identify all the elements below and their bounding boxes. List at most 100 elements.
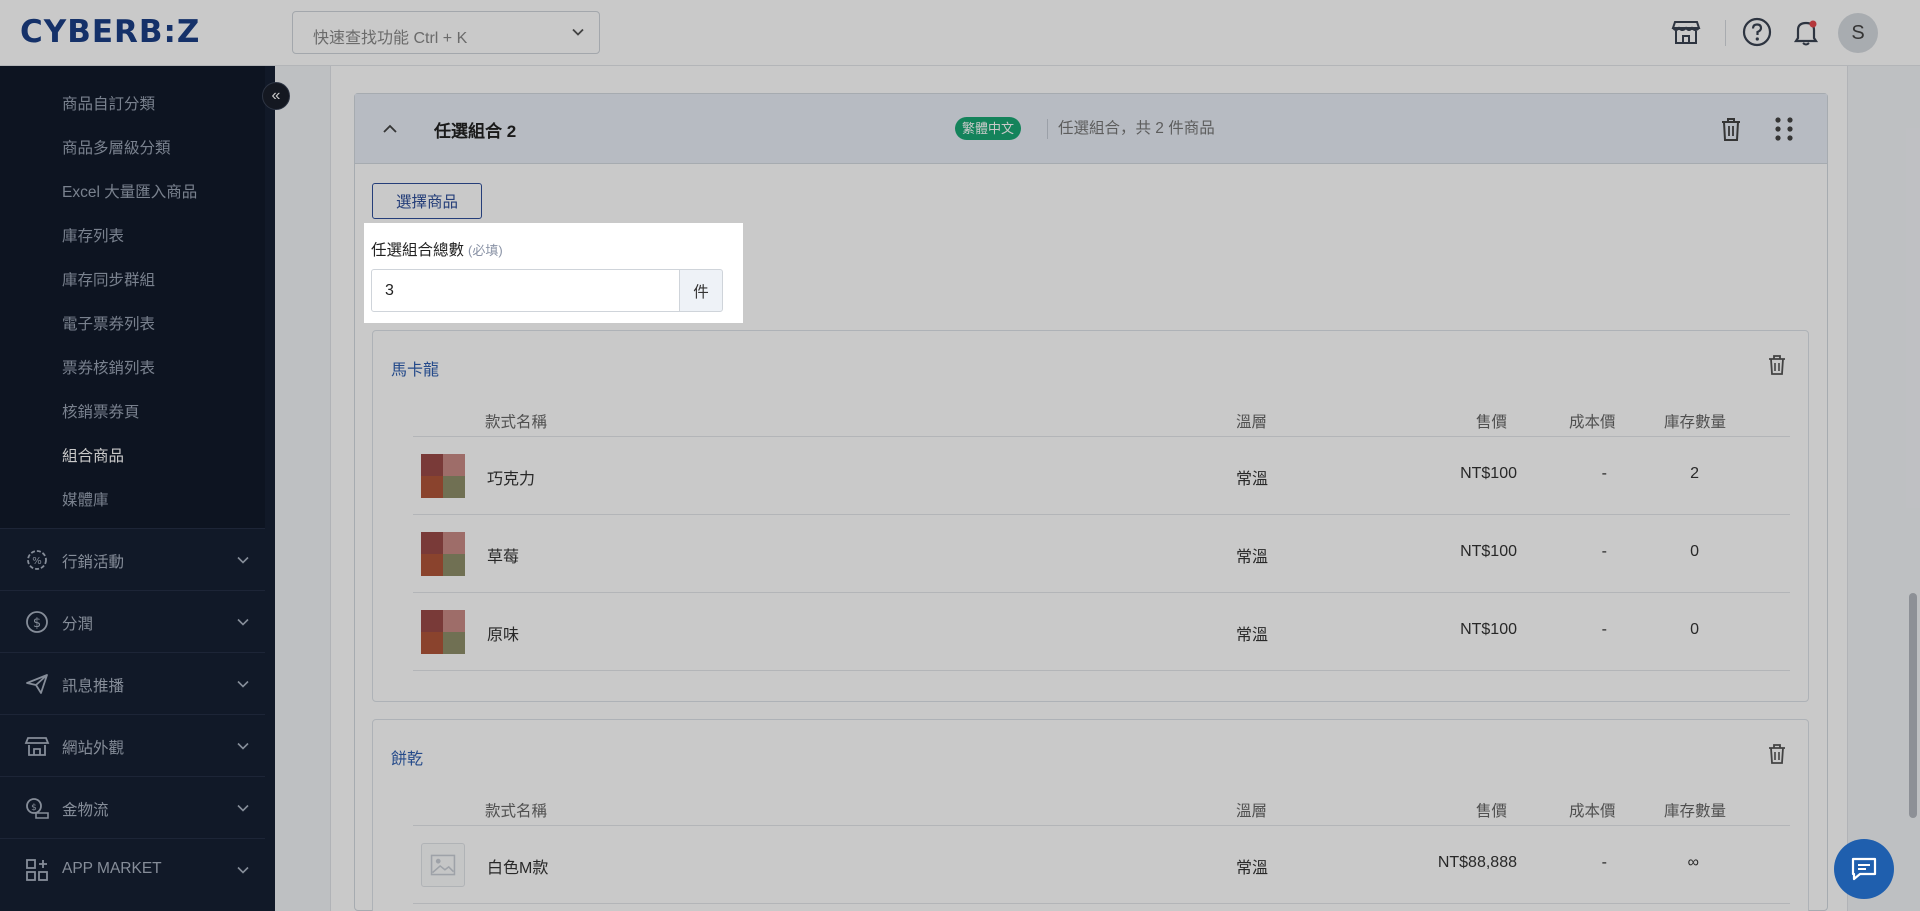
product-group-macaron: 馬卡龍 款式名稱 溫層 售價 成本價 庫存數量 巧克力 常溫 NT$100 - … <box>372 330 1809 702</box>
chevron-up-icon[interactable] <box>381 120 399 138</box>
highlighted-total-field: 任選組合總數 (必填) 3 件 <box>364 223 743 323</box>
sidebar-group-marketing[interactable]: % 行銷活動 <box>0 528 265 590</box>
sidebar-group-label: 網站外觀 <box>62 740 125 757</box>
total-count-unit: 件 <box>679 269 723 312</box>
product-group-cookie: 餅乾 款式名稱 溫層 售價 成本價 庫存數量 白色M款 常溫 NT$88,888… <box>372 719 1809 911</box>
sidebar-item-excel-import[interactable]: Excel 大量匯入商品 <box>62 180 197 202</box>
sidebar-item-ticket-redeem-list[interactable]: 票券核銷列表 <box>62 356 155 378</box>
svg-text:%: % <box>32 556 42 567</box>
column-header-temperature: 溫層 <box>1236 803 1268 820</box>
topbar-divider <box>1725 20 1726 46</box>
price-cell: NT$100 <box>1460 621 1517 638</box>
user-avatar[interactable]: S <box>1838 13 1878 53</box>
trash-icon[interactable] <box>1766 353 1788 377</box>
stock-cell: 0 <box>1690 543 1699 560</box>
page-scrollbar[interactable] <box>1909 593 1917 818</box>
variant-name: 巧克力 <box>487 471 536 488</box>
sidebar-group-label: 金物流 <box>62 802 109 819</box>
chat-bubble-icon <box>1851 857 1877 881</box>
price-cell: NT$100 <box>1460 543 1517 560</box>
chat-support-button[interactable] <box>1834 839 1894 899</box>
trash-icon[interactable] <box>1766 742 1788 766</box>
drag-handle-icon[interactable] <box>1772 116 1796 142</box>
temperature-cell: 常溫 <box>1236 471 1269 488</box>
sidebar-group-profit-share[interactable]: $ 分潤 <box>0 590 265 652</box>
product-thumbnail <box>421 610 465 654</box>
sidebar-item-multilevel-category[interactable]: 商品多層級分類 <box>62 136 171 158</box>
combo-header: 任選組合 2 繁體中文 任選組合，共 2 件商品 <box>355 94 1827 164</box>
sidebar-group-app-market[interactable]: APP MARKET <box>0 838 265 900</box>
sidebar-item-inventory-sync[interactable]: 庫存同步群組 <box>62 268 155 290</box>
notification-bell-icon[interactable] <box>1790 16 1822 48</box>
column-header-cost: 成本價 <box>1569 803 1616 820</box>
app-grid-icon <box>26 859 48 881</box>
sidebar-group-site-appearance[interactable]: 網站外觀 <box>0 714 265 776</box>
sidebar-group-label: 訊息推播 <box>62 678 125 695</box>
sidebar-item-media-library[interactable]: 媒體庫 <box>62 488 109 510</box>
stock-cell: 0 <box>1690 621 1699 638</box>
chevron-down-icon <box>237 742 249 750</box>
price-cell: NT$88,888 <box>1437 854 1517 871</box>
variant-name: 原味 <box>487 627 520 644</box>
sidebar-item-inventory-list[interactable]: 庫存列表 <box>62 224 124 246</box>
chevron-down-icon <box>237 556 249 564</box>
column-header-name: 款式名稱 <box>485 803 548 820</box>
temperature-cell: 常溫 <box>1236 627 1269 644</box>
chevron-down-icon <box>237 804 249 812</box>
sidebar-collapse-button[interactable]: « <box>262 82 290 110</box>
required-hint: (必填) <box>468 243 503 258</box>
cost-cell: - <box>1601 621 1607 638</box>
combo-card: 任選組合 2 繁體中文 任選組合，共 2 件商品 選擇商品 馬卡龍 款式名稱 溫… <box>354 93 1828 911</box>
profit-share-icon: $ <box>26 611 48 633</box>
variant-name: 白色M款 <box>487 860 549 877</box>
table-row: 白色M款 常溫 NT$88,888 - ∞ <box>413 826 1790 904</box>
storefront-icon <box>24 737 50 756</box>
sidebar-group-label: 行銷活動 <box>62 554 125 571</box>
sidebar-group-label: APP MARKET <box>62 860 162 877</box>
brand-logo[interactable]: CYBERB:Z <box>20 14 200 50</box>
chevron-down-icon <box>572 28 584 36</box>
language-badge: 繁體中文 <box>955 117 1022 140</box>
sidebar-item-custom-category[interactable]: 商品自訂分類 <box>62 92 155 114</box>
sidebar-item-bundle-products[interactable]: 組合商品 <box>62 444 124 466</box>
stock-cell: 2 <box>1690 465 1699 482</box>
storefront-icon[interactable] <box>1670 16 1702 48</box>
group-name[interactable]: 馬卡龍 <box>391 356 439 380</box>
total-count-label: 任選組合總數 (必填) <box>371 238 503 260</box>
marketing-gear-icon: % <box>27 550 47 570</box>
column-header-cost: 成本價 <box>1569 414 1616 431</box>
sidebar-group-label: 分潤 <box>62 616 94 633</box>
group-name[interactable]: 餅乾 <box>391 745 423 769</box>
column-header-price: 售價 <box>1476 803 1508 820</box>
image-placeholder-icon <box>421 843 465 887</box>
quick-search-placeholder: 快速查找功能 Ctrl + K <box>313 30 468 47</box>
help-icon[interactable] <box>1741 16 1773 48</box>
cost-cell: - <box>1601 543 1607 560</box>
sidebar-group-push-messages[interactable]: 訊息推播 <box>0 652 265 714</box>
select-products-button[interactable]: 選擇商品 <box>372 183 482 219</box>
sidebar-item-e-ticket-list[interactable]: 電子票券列表 <box>62 312 155 334</box>
combo-description: 任選組合，共 2 件商品 <box>1047 119 1215 139</box>
quick-search-select[interactable]: 快速查找功能 Ctrl + K <box>292 11 600 54</box>
total-count-input[interactable]: 3 <box>371 269 680 312</box>
temperature-cell: 常溫 <box>1236 860 1269 877</box>
sidebar-item-redeem-ticket-page[interactable]: 核銷票券頁 <box>62 400 140 422</box>
column-header-temperature: 溫層 <box>1236 414 1268 431</box>
chevron-down-icon <box>237 866 249 874</box>
column-header-stock: 庫存數量 <box>1664 414 1727 431</box>
cost-cell: - <box>1601 854 1607 871</box>
product-thumbnail <box>421 454 465 498</box>
column-header-price: 售價 <box>1476 414 1508 431</box>
chevron-down-icon <box>237 618 249 626</box>
product-subnav: 商品自訂分類 商品多層級分類 Excel 大量匯入商品 庫存列表 庫存同步群組 … <box>0 66 265 528</box>
trash-icon[interactable] <box>1718 115 1744 143</box>
product-thumbnail <box>421 532 465 576</box>
sidebar: 商品自訂分類 商品多層級分類 Excel 大量匯入商品 庫存列表 庫存同步群組 … <box>0 66 275 911</box>
chevron-down-icon <box>237 680 249 688</box>
variant-name: 草莓 <box>487 549 520 566</box>
price-cell: NT$100 <box>1460 465 1517 482</box>
cost-cell: - <box>1601 465 1607 482</box>
sidebar-group-payment-logistics[interactable]: $ 金物流 <box>0 776 265 838</box>
column-header-stock: 庫存數量 <box>1664 803 1727 820</box>
total-count-label-text: 任選組合總數 <box>371 242 465 259</box>
